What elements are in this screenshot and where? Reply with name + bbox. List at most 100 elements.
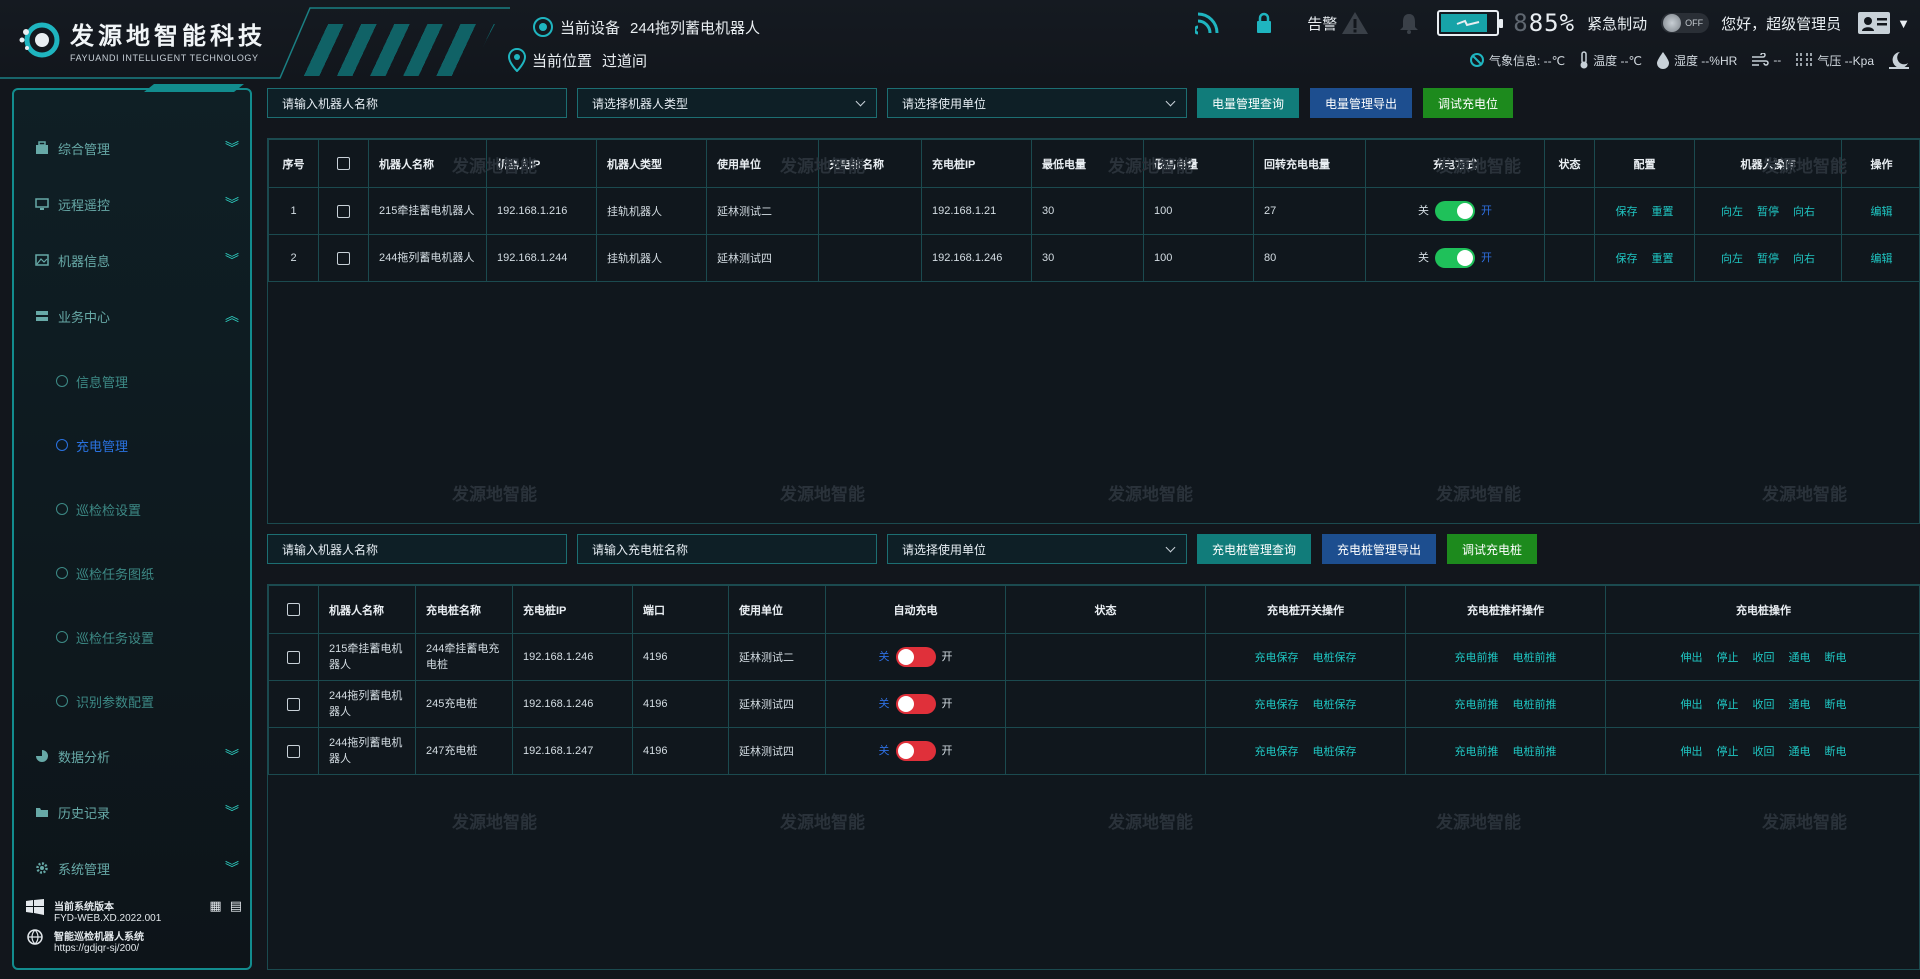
edit-link[interactable]: 编辑: [1871, 206, 1893, 218]
sidebar-item-business-center[interactable]: 业务中心 ︽: [34, 304, 239, 328]
power-off-link[interactable]: 断电: [1825, 652, 1847, 664]
sidebar-subitem-inspection-settings[interactable]: 巡检检设置: [56, 498, 141, 520]
sidebar-item-overview[interactable]: 综合管理 ︾: [34, 136, 239, 160]
windows-icon: [26, 899, 44, 915]
chevron-down-icon: ︾: [225, 140, 239, 156]
max-battery-cell: 100: [1143, 234, 1254, 282]
pile-push-link[interactable]: 电桩前推: [1513, 699, 1557, 711]
system-url[interactable]: https://gdjqr-sj/200/: [54, 943, 144, 954]
retract-link[interactable]: 收回: [1753, 652, 1775, 664]
row-checkbox[interactable]: [318, 187, 369, 235]
pile-name-cell: 245充电桩: [415, 680, 513, 728]
reset-link[interactable]: 重置: [1652, 206, 1674, 218]
row-checkbox[interactable]: [318, 234, 369, 282]
unit-select[interactable]: 请选择使用单位: [887, 534, 1187, 564]
user-card-menu[interactable]: ▼: [1857, 10, 1910, 36]
power-on-link[interactable]: 通电: [1789, 652, 1811, 664]
select-all-checkbox[interactable]: [318, 139, 369, 188]
retract-link[interactable]: 收回: [1753, 699, 1775, 711]
charge-mode-switch[interactable]: [1435, 201, 1475, 221]
battery-export-button[interactable]: 电量管理导出: [1310, 88, 1413, 118]
debug-charging-pile-button[interactable]: 调试充电桩: [1447, 534, 1538, 564]
move-left-link[interactable]: 向左: [1721, 206, 1743, 218]
emergency-brake-toggle[interactable]: OFF: [1661, 13, 1710, 33]
stop-link[interactable]: 停止: [1717, 699, 1739, 711]
sidebar-subitem-inspection-task-settings[interactable]: 巡检任务设置: [56, 626, 154, 648]
battery-table-panel: 序号 机器人名称 机器人IP 机器人类型 使用单位 充电桩名称 充电桩IP 最低…: [267, 138, 1920, 524]
row-checkbox[interactable]: [268, 680, 319, 728]
pile-push-link[interactable]: 电桩前推: [1513, 746, 1557, 758]
charge-mode-cell: 关开: [1365, 187, 1545, 235]
row-checkbox[interactable]: [268, 633, 319, 681]
column-header: 序号: [268, 139, 319, 188]
document-icon[interactable]: ▤: [230, 898, 242, 914]
sidebar-item-data-analysis[interactable]: 数据分析 ︾: [34, 744, 239, 768]
unit-select[interactable]: 请选择使用单位: [887, 88, 1187, 118]
charge-mode-switch[interactable]: [1435, 248, 1475, 268]
robot-type-select[interactable]: 请选择机器人类型: [577, 88, 877, 118]
robot-name-input[interactable]: 请输入机器人名称: [267, 534, 567, 564]
debug-charge-position-button[interactable]: 调试充电位: [1423, 88, 1514, 118]
pile-ip-cell: 192.168.1.246: [921, 234, 1032, 282]
alarm[interactable]: 告警: [1307, 10, 1369, 36]
sidebar-item-history[interactable]: 历史记录 ︾: [34, 800, 239, 824]
pause-link[interactable]: 暂停: [1757, 253, 1779, 265]
pile-push-link[interactable]: 电桩前推: [1513, 652, 1557, 664]
power-off-link[interactable]: 断电: [1825, 746, 1847, 758]
row-checkbox[interactable]: [268, 727, 319, 775]
move-right-link[interactable]: 向右: [1793, 206, 1815, 218]
charge-push-link[interactable]: 充电前推: [1455, 699, 1499, 711]
battery-query-button[interactable]: 电量管理查询: [1197, 88, 1300, 118]
reset-link[interactable]: 重置: [1652, 253, 1674, 265]
save-link[interactable]: 保存: [1616, 253, 1638, 265]
charging-pile-table: 机器人名称 充电桩名称 充电桩IP 端口 使用单位 自动充电 状态 充电桩开关操…: [268, 585, 1920, 775]
charge-save-link[interactable]: 充电保存: [1255, 746, 1299, 758]
bell-icon[interactable]: [1399, 12, 1419, 34]
auto-charge-switch[interactable]: [895, 647, 936, 667]
sidebar-item-system-management[interactable]: 系统管理 ︾: [34, 856, 239, 880]
stop-link[interactable]: 停止: [1717, 652, 1739, 664]
pile-save-link[interactable]: 电桩保存: [1313, 746, 1357, 758]
qr-icon[interactable]: ▦: [209, 898, 221, 914]
charge-push-link[interactable]: 充电前推: [1455, 652, 1499, 664]
sidebar-item-remote-control[interactable]: 远程遥控 ︾: [34, 192, 239, 216]
power-on-link[interactable]: 通电: [1789, 699, 1811, 711]
circle-icon: [56, 631, 68, 643]
edit-link[interactable]: 编辑: [1871, 253, 1893, 265]
table-header-row: 机器人名称 充电桩名称 充电桩IP 端口 使用单位 自动充电 状态 充电桩开关操…: [268, 585, 1920, 634]
pile-save-link[interactable]: 电桩保存: [1313, 652, 1357, 664]
save-link[interactable]: 保存: [1616, 206, 1638, 218]
extend-link[interactable]: 伸出: [1681, 652, 1703, 664]
pile-name-input[interactable]: 请输入充电桩名称: [577, 534, 877, 564]
sidebar-subitem-inspection-task-map[interactable]: 巡检任务图纸: [56, 562, 154, 584]
sidebar-item-machine-info[interactable]: 机器信息 ︾: [34, 248, 239, 272]
charge-save-link[interactable]: 充电保存: [1255, 699, 1299, 711]
signal-icon[interactable]: [1195, 11, 1221, 35]
pile-ip-cell: 192.168.1.247: [512, 727, 633, 775]
charge-push-link[interactable]: 充电前推: [1455, 746, 1499, 758]
unit-cell: 延林测试四: [706, 234, 819, 282]
auto-charge-switch[interactable]: [895, 741, 936, 761]
move-right-link[interactable]: 向右: [1793, 253, 1815, 265]
pile-query-button[interactable]: 充电桩管理查询: [1197, 534, 1312, 564]
charge-save-link[interactable]: 充电保存: [1255, 652, 1299, 664]
move-left-link[interactable]: 向左: [1721, 253, 1743, 265]
extend-link[interactable]: 伸出: [1681, 746, 1703, 758]
stop-link[interactable]: 停止: [1717, 746, 1739, 758]
select-all-checkbox[interactable]: [268, 585, 319, 634]
sidebar-subitem-charging-management[interactable]: 充电管理: [56, 434, 128, 456]
retract-link[interactable]: 收回: [1753, 746, 1775, 758]
sidebar-subitem-info-management[interactable]: 信息管理: [56, 370, 128, 392]
switch-off-label: 关: [878, 650, 890, 663]
pile-export-button[interactable]: 充电桩管理导出: [1322, 534, 1437, 564]
extend-link[interactable]: 伸出: [1681, 699, 1703, 711]
pile-save-link[interactable]: 电桩保存: [1313, 699, 1357, 711]
power-on-link[interactable]: 通电: [1789, 746, 1811, 758]
sidebar-subitem-recognition-params[interactable]: 识别参数配置: [56, 690, 154, 712]
power-off-link[interactable]: 断电: [1825, 699, 1847, 711]
lock-icon[interactable]: [1255, 12, 1273, 34]
pause-link[interactable]: 暂停: [1757, 206, 1779, 218]
table-row: 1 215牵挂蓄电机器人 192.168.1.216 挂轨机器人 延林测试二 1…: [268, 187, 1920, 235]
robot-name-input[interactable]: 请输入机器人名称: [267, 88, 567, 118]
auto-charge-switch[interactable]: [895, 694, 936, 714]
